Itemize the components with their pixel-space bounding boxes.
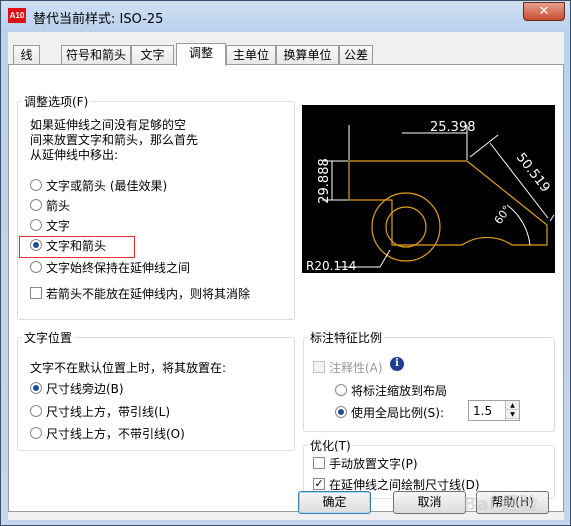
radio-label-scale-to-layout: 将标注缩放到布局 [351, 384, 448, 398]
radio-over-without-leader[interactable] [30, 427, 42, 439]
suppress-arrows-checkbox[interactable] [30, 287, 42, 299]
preview-image: 25.398 29.888 50.519 60° R20.114 [302, 105, 555, 273]
spinner-down-icon[interactable]: ▼ [506, 410, 519, 419]
fit-description-line-3: 从延伸线中移出: [30, 148, 119, 162]
tab-primary-units[interactable]: 主单位 [226, 45, 276, 65]
radio-scale-to-layout[interactable] [335, 384, 347, 396]
scale-legend: 标注特征比例 [310, 331, 383, 345]
dim-right-text: 50.519 [513, 150, 553, 195]
spinner-up-icon[interactable]: ▲ [506, 401, 519, 410]
overall-scale-spinner[interactable]: 1.5 ▲ ▼ [468, 400, 520, 421]
cancel-button[interactable]: 取消 [393, 491, 466, 514]
ok-button[interactable]: 确定 [298, 491, 371, 514]
autocad-app-icon: A10 [8, 8, 26, 23]
part-outline [348, 160, 548, 246]
dialog-client: 线 符号和箭头 文字 调整 主单位 换算单位 公差 调整选项(F) 如果延伸线之… [8, 32, 564, 520]
tab-symbols-arrows[interactable]: 符号和箭头 [61, 45, 131, 65]
annotative-checkbox[interactable] [313, 361, 325, 373]
dimension-preview-drawing: 25.398 29.888 50.519 60° R20.114 [306, 120, 555, 273]
tab-text[interactable]: 文字 [131, 45, 174, 65]
dim-radius-text: R20.114 [306, 259, 356, 273]
fit-tab-panel: 调整选项(F) 如果延伸线之间没有足够的空 间来放置文字和箭头，那么首先 从延伸… [8, 64, 564, 512]
part-hole [371, 192, 441, 262]
tab-fit[interactable]: 调整 [176, 43, 226, 66]
radio-label-arrows: 箭头 [46, 199, 71, 213]
radio-beside-dim-line[interactable] [30, 382, 42, 394]
radio-label-beside-dim-line: 尺寸线旁边(B) [46, 382, 124, 396]
overall-scale-value: 1.5 [473, 404, 493, 418]
window-title: 替代当前样式: ISO-25 [33, 12, 164, 27]
dim-left-text: 29.888 [317, 158, 332, 204]
annotative-label: 注释性(A) [329, 361, 383, 375]
text-placement-description: 文字不在默认位置上时，将其放置在: [30, 361, 227, 375]
tab-strip: 线 符号和箭头 文字 调整 主单位 换算单位 公差 [8, 43, 564, 66]
spinner-buttons: ▲ ▼ [505, 401, 519, 420]
radio-label-always-keep-text: 文字始终保持在延伸线之间 [46, 261, 191, 275]
close-button[interactable]: ✕ [523, 2, 565, 21]
radio-always-keep-text[interactable] [30, 261, 42, 273]
radio-text-or-arrows[interactable] [30, 179, 42, 191]
radio-arrows[interactable] [30, 199, 42, 211]
tab-tolerances[interactable]: 公差 [339, 45, 373, 65]
fine-tuning-legend: 优化(T) [310, 439, 351, 453]
radio-overall-scale[interactable] [335, 406, 347, 418]
tab-alternate-units[interactable]: 换算单位 [276, 45, 339, 65]
red-highlight-box [19, 236, 135, 258]
radio-text[interactable] [30, 219, 42, 231]
radio-over-with-leader[interactable] [30, 405, 42, 417]
manual-text-label: 手动放置文字(P) [329, 457, 418, 471]
title-bar[interactable]: A10 替代当前样式: ISO-25 ✕ [1, 1, 570, 31]
manual-text-checkbox[interactable] [313, 457, 325, 469]
radio-label-over-without-leader: 尺寸线上方，不带引线(O) [46, 427, 185, 441]
dim-top-text: 25.398 [430, 120, 476, 135]
radio-label-overall-scale: 使用全局比例(S): [351, 406, 445, 420]
text-placement-legend: 文字位置 [24, 331, 73, 345]
radio-label-over-with-leader: 尺寸线上方，带引线(L) [46, 405, 171, 419]
radio-label-text-or-arrows: 文字或箭头 (最佳效果) [46, 179, 168, 193]
radio-label-text: 文字 [46, 219, 71, 233]
info-icon[interactable]: i [390, 357, 404, 371]
draw-dim-line-checkbox[interactable]: ✓ [313, 478, 325, 490]
dialog-window: A10 替代当前样式: ISO-25 ✕ 线 符号和箭头 文字 调整 主单位 换… [0, 0, 571, 526]
tab-lines[interactable]: 线 [13, 45, 40, 65]
dim-angle-text: 60° [492, 203, 514, 226]
fit-options-legend: 调整选项(F) [24, 95, 89, 109]
suppress-arrows-label: 若箭头不能放在延伸线内，则将其消除 [46, 287, 251, 301]
baidu-watermark: Bai 经验 [463, 494, 538, 515]
